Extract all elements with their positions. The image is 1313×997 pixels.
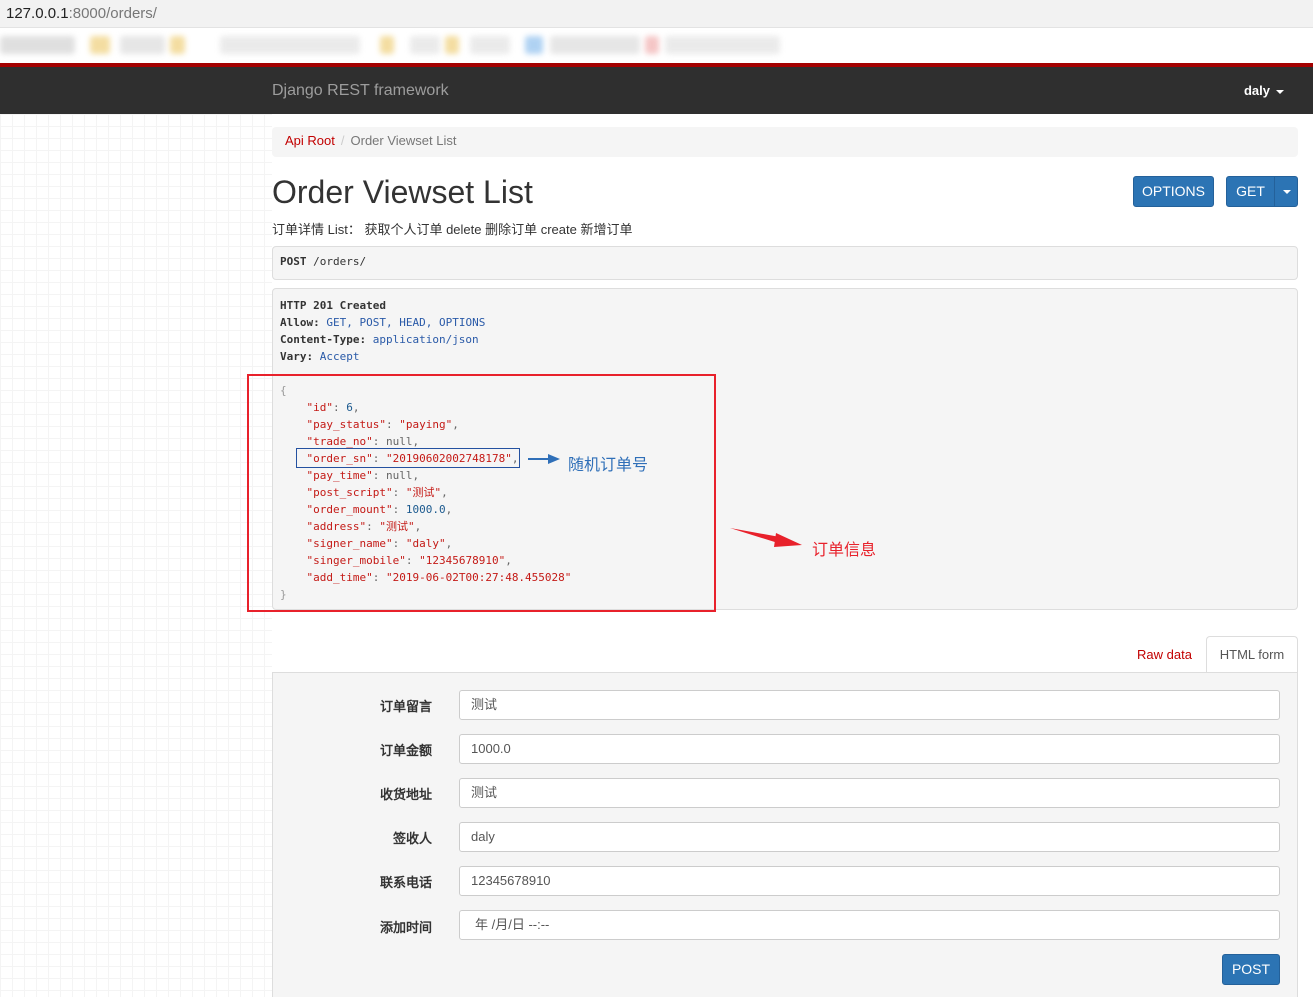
breadcrumb-current: Order Viewset List xyxy=(350,133,457,148)
blurred-bookmark xyxy=(665,36,780,54)
request-path: /orders/ xyxy=(313,255,367,268)
order-mount-field[interactable]: 1000.0 xyxy=(459,734,1280,764)
page-description: 订单详情 List： 获取个人订单 delete 删除订单 create 新增订… xyxy=(272,222,633,237)
singer-mobile-field[interactable]: 12345678910 xyxy=(459,866,1280,896)
tab-raw-data[interactable]: Raw data xyxy=(1125,637,1204,673)
blurred-bookmark xyxy=(470,36,510,54)
breadcrumb-separator: / xyxy=(340,133,345,148)
options-button[interactable]: OPTIONS xyxy=(1133,176,1214,207)
navbar: Django REST framework daly xyxy=(0,67,1313,114)
post-button[interactable]: POST xyxy=(1222,954,1280,985)
field-label: 联系电话 xyxy=(379,875,432,890)
blurred-bookmark xyxy=(645,36,659,54)
header-value: Accept xyxy=(319,350,360,363)
request-info: POST /orders/ xyxy=(272,246,1298,280)
signer-name-field[interactable]: daly xyxy=(459,822,1280,852)
blurred-bookmark xyxy=(90,36,110,54)
user-name: daly xyxy=(1243,83,1270,98)
chevron-down-icon xyxy=(1283,190,1291,194)
post-script-field[interactable]: 测试 xyxy=(459,690,1280,720)
get-button[interactable]: GET xyxy=(1226,176,1275,207)
navbar-brand[interactable]: Django REST framework xyxy=(272,82,449,100)
header-value: application/json xyxy=(372,333,479,346)
red-arrow-icon xyxy=(730,528,802,547)
header-key: Allow: xyxy=(280,316,320,329)
blurred-bookmark xyxy=(410,36,440,54)
page-title: Order Viewset List xyxy=(272,174,533,210)
blurred-bookmark xyxy=(120,36,165,54)
header-key: Vary: xyxy=(280,350,314,363)
blurred-bookmark xyxy=(550,36,640,54)
add-time-field[interactable]: 年 /月/日 --:-- xyxy=(459,910,1280,940)
blurred-bookmark xyxy=(445,36,459,54)
bookmarks-bar xyxy=(0,28,1313,63)
order-info-highlight-box xyxy=(247,374,716,612)
breadcrumb: Api Root / Order Viewset List xyxy=(272,127,1298,157)
address-field[interactable]: 测试 xyxy=(459,778,1280,808)
get-format-dropdown-button[interactable] xyxy=(1274,176,1298,207)
breadcrumb-api-root[interactable]: Api Root xyxy=(285,133,335,148)
chevron-down-icon xyxy=(1276,89,1284,94)
response-status-text: HTTP 201 Created xyxy=(280,299,386,312)
blurred-bookmark xyxy=(525,36,543,54)
field-label: 收货地址 xyxy=(379,787,432,802)
tab-html-form[interactable]: HTML form xyxy=(1206,636,1298,673)
url-path: :8000/orders/ xyxy=(68,5,157,22)
blurred-bookmark xyxy=(220,36,360,54)
blurred-bookmark xyxy=(0,36,75,54)
response-header-content-type: Content-Type: application/json xyxy=(280,331,479,348)
grid-background xyxy=(0,114,272,997)
header-key: Content-Type: xyxy=(280,333,367,346)
blurred-bookmark xyxy=(170,36,185,54)
user-menu[interactable]: daly xyxy=(1244,83,1284,98)
response-header-allow: Allow: GET, POST, HEAD, OPTIONS xyxy=(280,314,485,331)
blue-arrow-icon xyxy=(528,454,560,464)
order-info-annotation: 订单信息 xyxy=(812,542,877,559)
request-method: POST xyxy=(280,255,307,268)
response-header-vary: Vary: Accept xyxy=(280,348,360,365)
address-bar[interactable]: 127.0.0.1:8000/orders/ xyxy=(0,0,1313,28)
url-text[interactable]: 127.0.0.1:8000/orders/ xyxy=(6,5,157,22)
blurred-bookmark xyxy=(380,36,394,54)
response-status: HTTP 201 Created xyxy=(280,297,386,314)
field-label: 添加时间 xyxy=(379,920,432,935)
field-label: 订单金额 xyxy=(379,743,432,758)
field-label: 签收人 xyxy=(392,831,432,846)
order-sn-annotation: 随机订单号 xyxy=(568,457,649,474)
header-value: GET, POST, HEAD, OPTIONS xyxy=(326,316,486,329)
field-label: 订单留言 xyxy=(379,699,432,714)
order-sn-highlight-box xyxy=(296,448,520,468)
url-host: 127.0.0.1 xyxy=(6,5,69,22)
